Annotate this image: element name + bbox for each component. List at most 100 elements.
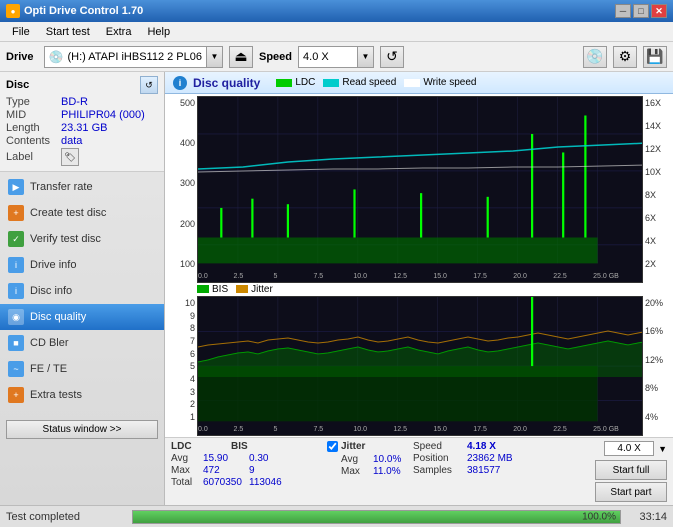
legend-ldc-color — [276, 79, 292, 87]
sidebar-item-cd-bler[interactable]: ■ CD Bler — [0, 330, 164, 356]
svg-text:7.5: 7.5 — [313, 273, 323, 280]
speed-label: Speed — [259, 51, 292, 63]
drive-selector[interactable]: 💿 (H:) ATAPI iHBS112 2 PL06 — [44, 46, 207, 68]
sidebar-item-verify-test-disc[interactable]: ✓ Verify test disc — [0, 226, 164, 252]
label-icon-button[interactable]: 🏷 — [61, 148, 79, 166]
y-bottom-1: 1 — [167, 412, 195, 422]
y-top-400: 400 — [167, 138, 195, 148]
menu-extra[interactable]: Extra — [98, 24, 140, 40]
progress-bar: 100.0% — [132, 510, 621, 524]
start-part-button[interactable]: Start part — [595, 482, 667, 502]
y-right-12pct: 12% — [645, 355, 671, 365]
disc-quality-icon: ◉ — [8, 309, 24, 325]
y-top-200: 200 — [167, 219, 195, 229]
close-button[interactable]: ✕ — [651, 4, 667, 18]
svg-text:5: 5 — [273, 426, 277, 433]
create-test-disc-icon: + — [8, 205, 24, 221]
speed-test-selector[interactable]: 4.0 X — [604, 441, 654, 456]
menu-start-test[interactable]: Start test — [38, 24, 98, 40]
legend-bis-color — [197, 285, 209, 293]
total-bis-value: 113046 — [249, 477, 282, 488]
y-right-8pct: 8% — [645, 383, 671, 393]
settings-button[interactable]: ⚙ — [613, 46, 637, 68]
legend-write-speed-color — [404, 79, 420, 87]
legend-write-speed: Write speed — [404, 77, 476, 88]
speed-stat-label: Speed — [413, 441, 463, 452]
speed-dropdown-arrow[interactable]: ▼ — [358, 46, 374, 68]
avg-label: Avg — [171, 453, 199, 464]
y-bottom-7: 7 — [167, 336, 195, 346]
svg-text:25.0 GB: 25.0 GB — [593, 426, 619, 433]
sidebar-item-extra-tests[interactable]: + Extra tests — [0, 382, 164, 408]
speed-selector[interactable]: 4.0 X — [298, 46, 358, 68]
svg-text:20.0: 20.0 — [513, 426, 527, 433]
eject-button[interactable]: ⏏ — [229, 46, 253, 68]
jitter-checkbox[interactable] — [327, 441, 338, 452]
samples-value: 381577 — [467, 465, 500, 476]
drive-info-icon: i — [8, 257, 24, 273]
jitter-avg-value: 10.0% — [373, 454, 401, 465]
jitter-header: Jitter — [341, 441, 365, 452]
mid-field-value: PHILIPR04 (000) — [61, 109, 158, 121]
sidebar-item-create-test-disc[interactable]: + Create test disc — [0, 200, 164, 226]
sidebar-item-transfer-rate[interactable]: ▶ Transfer rate — [0, 174, 164, 200]
content-header: i Disc quality LDC Read speed Write spee… — [165, 72, 673, 94]
sidebar-item-disc-quality[interactable]: ◉ Disc quality — [0, 304, 164, 330]
y-bottom-6: 6 — [167, 349, 195, 359]
progress-percentage: 100.0% — [582, 511, 616, 522]
ldc-header: LDC — [171, 441, 201, 452]
drive-label: Drive — [6, 51, 34, 63]
y-bottom-3: 3 — [167, 387, 195, 397]
maximize-button[interactable]: □ — [633, 4, 649, 18]
y-right-2x: 2X — [645, 259, 671, 269]
svg-text:5: 5 — [273, 273, 277, 280]
legend-read-speed-color — [323, 79, 339, 87]
content-area: i Disc quality LDC Read speed Write spee… — [165, 72, 673, 505]
minimize-button[interactable]: ─ — [615, 4, 631, 18]
drive-value: (H:) ATAPI iHBS112 2 PL06 — [67, 51, 202, 63]
svg-text:17.5: 17.5 — [473, 273, 487, 280]
y-top-100: 100 — [167, 259, 195, 269]
svg-text:20.0: 20.0 — [513, 273, 527, 280]
y-right-16pct: 16% — [645, 326, 671, 336]
svg-text:10.0: 10.0 — [353, 426, 367, 433]
avg-ldc-value: 15.90 — [203, 453, 245, 464]
content-header-icon: i — [173, 76, 187, 90]
type-field-value: BD-R — [61, 96, 158, 108]
save-button[interactable]: 💾 — [643, 46, 667, 68]
label-field-label: Label — [6, 151, 61, 163]
avg-bis-value: 0.30 — [249, 453, 268, 464]
start-full-button[interactable]: Start full — [595, 460, 667, 480]
legend-jitter-color — [236, 285, 248, 293]
menu-help[interactable]: Help — [139, 24, 178, 40]
svg-text:25.0 GB: 25.0 GB — [593, 273, 619, 280]
menu-file[interactable]: File — [4, 24, 38, 40]
speed-stat-value: 4.18 X — [467, 441, 496, 452]
sidebar-item-disc-info[interactable]: i Disc info — [0, 278, 164, 304]
samples-label: Samples — [413, 465, 463, 476]
svg-text:15.0: 15.0 — [433, 426, 447, 433]
length-field-value: 23.31 GB — [61, 122, 158, 134]
sidebar-item-fe-te[interactable]: ~ FE / TE — [0, 356, 164, 382]
status-window-button[interactable]: Status window >> — [6, 420, 158, 439]
bottom-chart-svg: 0.0 2.5 5 7.5 10.0 12.5 15.0 17.5 20.0 2… — [198, 297, 642, 435]
position-value: 23862 MB — [467, 453, 513, 464]
disc-panel-title: Disc — [6, 79, 29, 91]
refresh-button[interactable]: ↺ — [380, 46, 404, 68]
menu-bar: File Start test Extra Help — [0, 22, 673, 42]
mid-field-label: MID — [6, 109, 61, 121]
speed-value: 4.0 X — [303, 51, 329, 63]
top-chart-svg: 0.0 2.5 5 7.5 10.0 12.5 15.0 17.5 20.0 2… — [198, 97, 642, 282]
drive-dropdown-arrow[interactable]: ▼ — [207, 46, 223, 68]
fe-te-icon: ~ — [8, 361, 24, 377]
y-right-6x: 6X — [645, 213, 671, 223]
title-bar: ● Opti Drive Control 1.70 ─ □ ✕ — [0, 0, 673, 22]
sidebar-item-drive-info[interactable]: i Drive info — [0, 252, 164, 278]
disc-refresh-button[interactable]: ↺ — [140, 76, 158, 94]
svg-text:7.5: 7.5 — [313, 426, 323, 433]
sidebar: Disc ↺ Type BD-R MID PHILIPR04 (000) Len… — [0, 72, 165, 505]
y-bottom-9: 9 — [167, 311, 195, 321]
cd-bler-icon: ■ — [8, 335, 24, 351]
jitter-max-value: 11.0% — [373, 466, 401, 477]
disc-icon-button[interactable]: 💿 — [583, 46, 607, 68]
